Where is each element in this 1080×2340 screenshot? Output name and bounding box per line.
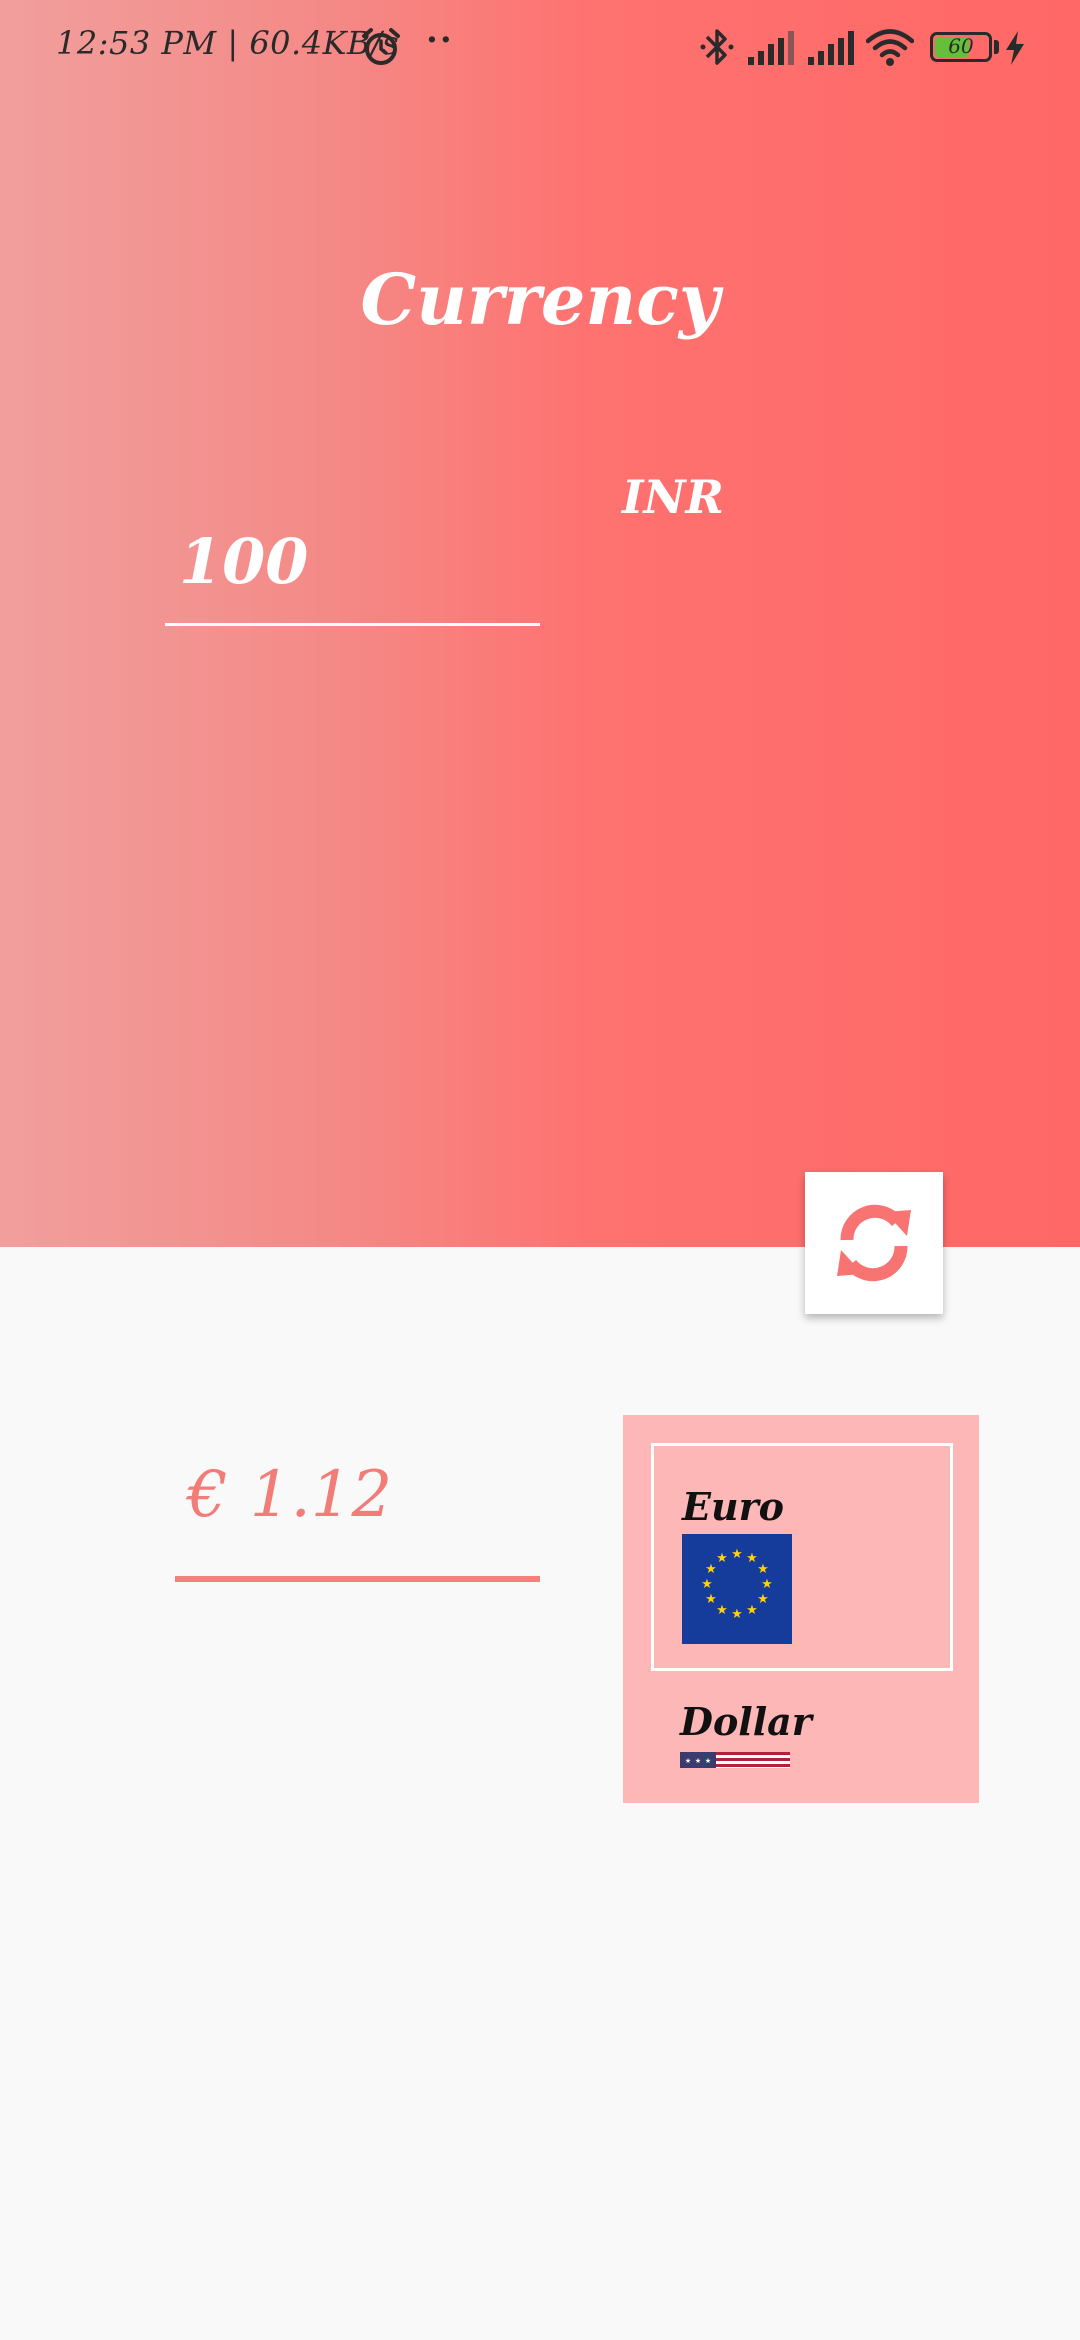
svg-text:★: ★ bbox=[731, 1607, 743, 1622]
currency-screen: 12:53 PM | 60.4KB/s ·· 60 Currency 100 I… bbox=[0, 0, 1080, 2340]
svg-text:★: ★ bbox=[746, 1603, 758, 1618]
battery-level: 60 bbox=[948, 34, 974, 58]
charging-icon bbox=[1006, 31, 1024, 65]
amount-input[interactable] bbox=[165, 500, 540, 626]
eu-flag-icon: ★ ★ ★ ★ ★ ★ ★ ★ ★ ★ ★ ★ bbox=[682, 1534, 792, 1644]
svg-text:★: ★ bbox=[716, 1603, 728, 1618]
svg-text:★: ★ bbox=[685, 1757, 691, 1765]
svg-text:★: ★ bbox=[757, 1592, 769, 1607]
status-bar: 12:53 PM | 60.4KB/s ·· 60 bbox=[0, 0, 1080, 96]
signal-icon bbox=[808, 31, 854, 65]
currency-item-label: Euro bbox=[682, 1484, 784, 1529]
result-currency-symbol: € bbox=[187, 1458, 228, 1532]
currency-item-dollar[interactable]: Dollar ★ ★ ★ bbox=[651, 1679, 953, 1789]
header-background bbox=[0, 0, 1080, 1247]
bluetooth-icon bbox=[700, 29, 734, 65]
result-value: 1.12 bbox=[249, 1458, 393, 1532]
page-title: Currency bbox=[360, 258, 720, 341]
swap-refresh-icon bbox=[837, 1204, 911, 1282]
wifi-icon bbox=[866, 29, 914, 66]
swap-button[interactable] bbox=[805, 1172, 943, 1314]
svg-text:★: ★ bbox=[746, 1551, 758, 1566]
battery-icon: 60 bbox=[930, 32, 992, 62]
svg-text:★: ★ bbox=[705, 1757, 711, 1765]
currency-list: Euro ★ ★ ★ ★ ★ ★ ★ ★ ★ ★ ★ ★ Dollar ★ ★ … bbox=[623, 1415, 979, 1803]
svg-text:★: ★ bbox=[705, 1592, 717, 1607]
svg-text:★: ★ bbox=[761, 1577, 773, 1592]
result-output: €1.12 bbox=[175, 1458, 540, 1582]
us-flag-icon: ★ ★ ★ bbox=[680, 1752, 790, 1768]
signal-icon bbox=[748, 31, 794, 65]
svg-text:★: ★ bbox=[695, 1757, 701, 1765]
from-currency-label[interactable]: INR bbox=[622, 470, 724, 524]
alarm-icon bbox=[362, 28, 400, 65]
svg-text:★: ★ bbox=[731, 1547, 743, 1562]
svg-text:★: ★ bbox=[701, 1577, 713, 1592]
notification-dots: ·· bbox=[426, 20, 454, 60]
svg-text:★: ★ bbox=[716, 1551, 728, 1566]
battery-cap bbox=[994, 40, 999, 54]
currency-item-euro[interactable]: Euro ★ ★ ★ ★ ★ ★ ★ ★ ★ ★ ★ ★ bbox=[651, 1443, 953, 1671]
currency-item-label: Dollar bbox=[680, 1699, 812, 1744]
svg-text:★: ★ bbox=[757, 1562, 769, 1577]
status-time: 12:53 PM | 60.4KB/s bbox=[56, 24, 400, 62]
svg-text:★: ★ bbox=[705, 1562, 717, 1577]
